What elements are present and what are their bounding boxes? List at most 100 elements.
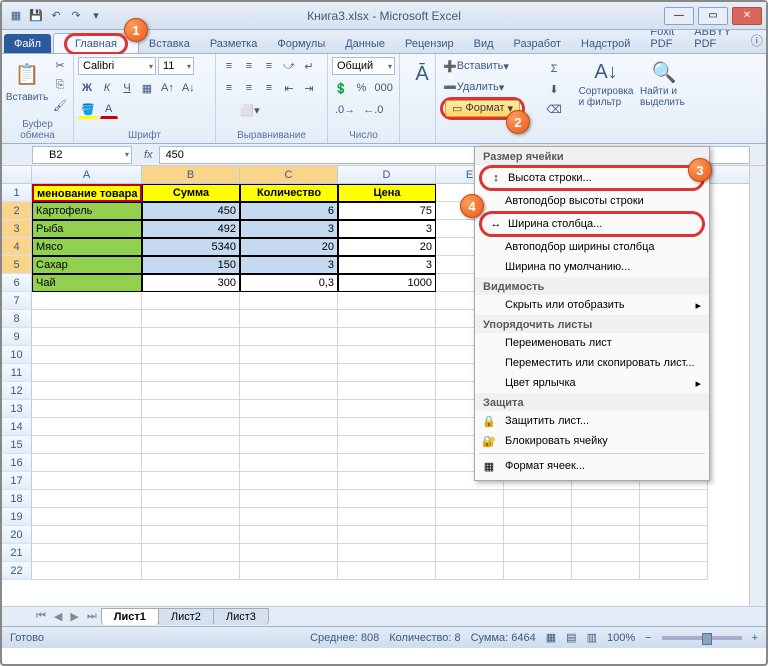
wrap-text-icon[interactable]: ↵ xyxy=(300,57,318,75)
cell-D2[interactable]: 75 xyxy=(338,202,436,220)
cell-C3[interactable]: 3 xyxy=(240,220,338,238)
tab-insert[interactable]: Вставка xyxy=(139,34,200,53)
column-header-B[interactable]: B xyxy=(142,166,240,183)
delete-cells-button[interactable]: ➖ Удалить ▾ xyxy=(440,78,530,96)
cell-D16[interactable] xyxy=(338,454,436,472)
number-format-combo[interactable]: Общий xyxy=(332,57,395,75)
cell-A4[interactable]: Мясо xyxy=(32,238,142,256)
cell-F18[interactable] xyxy=(504,490,572,508)
cell-C10[interactable] xyxy=(240,346,338,364)
border-button[interactable]: ▦ xyxy=(138,79,156,97)
cell-A19[interactable] xyxy=(32,508,142,526)
cell-C22[interactable] xyxy=(240,562,338,580)
cell-E21[interactable] xyxy=(436,544,504,562)
cell-F22[interactable] xyxy=(504,562,572,580)
zoom-in-button[interactable]: + xyxy=(752,632,758,644)
row-header-4[interactable]: 4 xyxy=(2,238,32,256)
row-header-5[interactable]: 5 xyxy=(2,256,32,274)
cell-D18[interactable] xyxy=(338,490,436,508)
cell-B12[interactable] xyxy=(142,382,240,400)
cell-A14[interactable] xyxy=(32,418,142,436)
row-header-15[interactable]: 15 xyxy=(2,436,32,454)
row-header-13[interactable]: 13 xyxy=(2,400,32,418)
align-right-icon[interactable]: ≡ xyxy=(260,79,278,97)
cell-G18[interactable] xyxy=(572,490,640,508)
cell-E20[interactable] xyxy=(436,526,504,544)
cell-C9[interactable] xyxy=(240,328,338,346)
tab-layout[interactable]: Разметка xyxy=(200,34,268,53)
cell-B17[interactable] xyxy=(142,472,240,490)
zoom-level[interactable]: 100% xyxy=(607,632,635,644)
row-header-2[interactable]: 2 xyxy=(2,202,32,220)
cell-B13[interactable] xyxy=(142,400,240,418)
cell-H21[interactable] xyxy=(640,544,708,562)
cell-B6[interactable]: 300 xyxy=(142,274,240,292)
font-color-button[interactable]: A xyxy=(100,101,118,119)
fill-color-button[interactable]: 🪣 xyxy=(78,101,98,119)
cell-G20[interactable] xyxy=(572,526,640,544)
font-size-combo[interactable]: 11 xyxy=(158,57,194,75)
dd-hide-show[interactable]: Скрыть или отобразить▸ xyxy=(475,295,709,315)
cell-D20[interactable] xyxy=(338,526,436,544)
dd-protect-sheet[interactable]: 🔒Защитить лист... xyxy=(475,411,709,431)
dd-default-width[interactable]: Ширина по умолчанию... xyxy=(475,257,709,277)
qat-more-icon[interactable]: ▾ xyxy=(88,8,104,24)
tab-view[interactable]: Вид xyxy=(464,34,504,53)
vertical-scrollbar[interactable] xyxy=(749,166,766,606)
italic-button[interactable]: К xyxy=(98,79,116,97)
cell-D12[interactable] xyxy=(338,382,436,400)
cell-C21[interactable] xyxy=(240,544,338,562)
cell-A8[interactable] xyxy=(32,310,142,328)
cell-B20[interactable] xyxy=(142,526,240,544)
cell-C5[interactable]: 3 xyxy=(240,256,338,274)
cell-C7[interactable] xyxy=(240,292,338,310)
comma-icon[interactable]: 000 xyxy=(372,79,395,97)
view-pagebreak-icon[interactable]: ▥ xyxy=(587,631,597,644)
cell-A7[interactable] xyxy=(32,292,142,310)
cell-A16[interactable] xyxy=(32,454,142,472)
cell-B15[interactable] xyxy=(142,436,240,454)
cell-B1[interactable]: Сумма xyxy=(142,184,240,202)
cell-A9[interactable] xyxy=(32,328,142,346)
indent-inc-icon[interactable]: ⇥ xyxy=(300,79,318,97)
align-center-icon[interactable]: ≡ xyxy=(240,79,258,97)
cell-B11[interactable] xyxy=(142,364,240,382)
tab-addins[interactable]: Надстрой xyxy=(571,34,640,53)
row-header-14[interactable]: 14 xyxy=(2,418,32,436)
dd-move-copy[interactable]: Переместить или скопировать лист... xyxy=(475,353,709,373)
cell-B16[interactable] xyxy=(142,454,240,472)
grow-font-icon[interactable]: A↑ xyxy=(158,79,177,97)
cell-D17[interactable] xyxy=(338,472,436,490)
cell-A22[interactable] xyxy=(32,562,142,580)
cell-B10[interactable] xyxy=(142,346,240,364)
cell-D10[interactable] xyxy=(338,346,436,364)
cell-C13[interactable] xyxy=(240,400,338,418)
cell-B2[interactable]: 450 xyxy=(142,202,240,220)
row-header-8[interactable]: 8 xyxy=(2,310,32,328)
dd-col-width[interactable]: ↔Ширина столбца... xyxy=(479,211,705,237)
cell-C11[interactable] xyxy=(240,364,338,382)
cell-C19[interactable] xyxy=(240,508,338,526)
orientation-icon[interactable]: ⤻ xyxy=(280,57,298,75)
cell-F21[interactable] xyxy=(504,544,572,562)
cell-C17[interactable] xyxy=(240,472,338,490)
dd-autofit-row[interactable]: Автоподбор высоты строки xyxy=(475,191,709,211)
format-painter-icon[interactable]: 🖌 xyxy=(50,96,70,114)
sheet-nav-prev[interactable]: ◀ xyxy=(50,610,66,623)
cell-C14[interactable] xyxy=(240,418,338,436)
dd-tab-color[interactable]: Цвет ярлычка▸ xyxy=(475,373,709,393)
row-header-19[interactable]: 19 xyxy=(2,508,32,526)
bold-button[interactable]: Ж xyxy=(78,79,96,97)
tab-review[interactable]: Рецензир xyxy=(395,34,464,53)
cell-A17[interactable] xyxy=(32,472,142,490)
cell-A21[interactable] xyxy=(32,544,142,562)
currency-icon[interactable]: 💲 xyxy=(332,79,350,97)
cell-D19[interactable] xyxy=(338,508,436,526)
shrink-font-icon[interactable]: A↓ xyxy=(179,79,198,97)
cell-C1[interactable]: Количество xyxy=(240,184,338,202)
cell-B3[interactable]: 492 xyxy=(142,220,240,238)
fx-icon[interactable]: fx xyxy=(138,149,159,161)
dd-lock-cell[interactable]: 🔐Блокировать ячейку xyxy=(475,431,709,451)
cell-H19[interactable] xyxy=(640,508,708,526)
row-header-12[interactable]: 12 xyxy=(2,382,32,400)
